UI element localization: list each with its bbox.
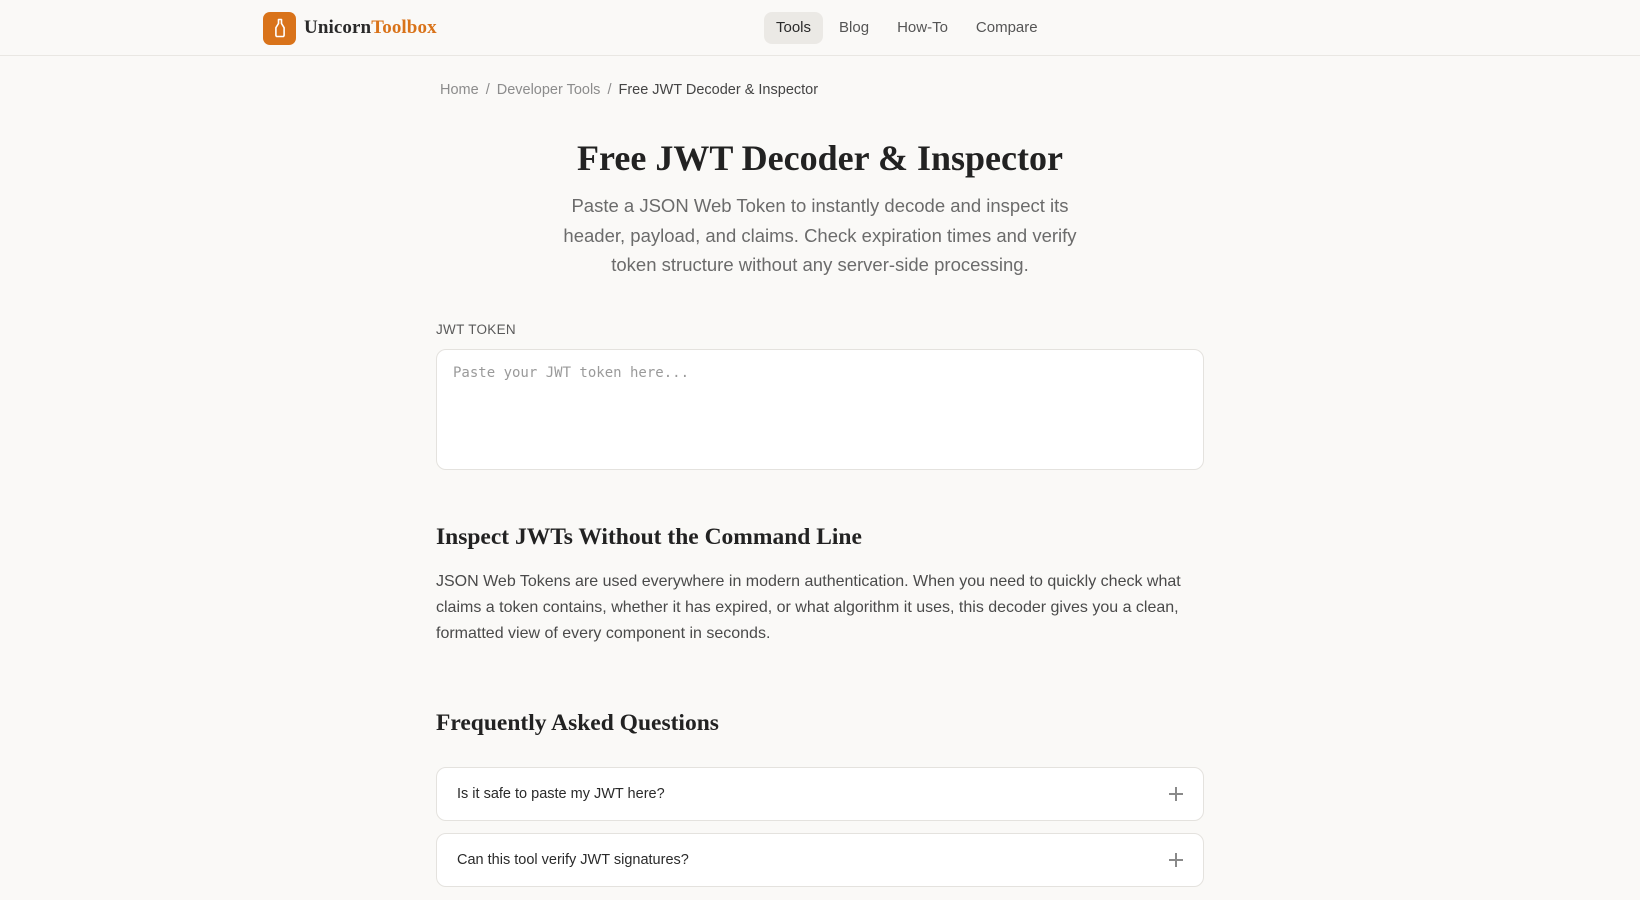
site-logo[interactable]: UnicornToolbox bbox=[263, 11, 437, 45]
nav-item-blog[interactable]: Blog bbox=[827, 12, 881, 44]
faq-question: Is it safe to paste my JWT here? bbox=[457, 786, 665, 802]
nav-item-compare[interactable]: Compare bbox=[964, 12, 1050, 44]
breadcrumb-current: Free JWT Decoder & Inspector bbox=[618, 82, 819, 98]
main-nav: Tools Blog How-To Compare bbox=[764, 12, 1050, 44]
faq-question: Can this tool verify JWT signatures? bbox=[457, 852, 689, 868]
top-navigation-bar: UnicornToolbox Tools Blog How-To Compare bbox=[0, 0, 1640, 56]
logo-accent: Toolbox bbox=[371, 17, 437, 38]
jwt-token-input[interactable] bbox=[436, 349, 1204, 470]
logo-text: UnicornToolbox bbox=[304, 17, 437, 39]
nav-item-how-to[interactable]: How-To bbox=[885, 12, 960, 44]
inspect-section-heading: Inspect JWTs Without the Command Line bbox=[436, 524, 862, 550]
plus-icon bbox=[1169, 787, 1183, 801]
plus-icon bbox=[1169, 853, 1183, 867]
page-title: Free JWT Decoder & Inspector bbox=[577, 138, 1063, 178]
nav-item-tools[interactable]: Tools bbox=[764, 12, 824, 44]
breadcrumb-separator: / bbox=[607, 82, 612, 98]
bottle-icon bbox=[263, 11, 296, 45]
breadcrumb: Home / Developer Tools / Free JWT Decode… bbox=[440, 82, 818, 98]
faq-item-signatures[interactable]: Can this tool verify JWT signatures? bbox=[436, 833, 1204, 887]
breadcrumb-home[interactable]: Home bbox=[440, 82, 479, 98]
faq-heading: Frequently Asked Questions bbox=[436, 710, 719, 736]
inspect-section-body: JSON Web Tokens are used everywhere in m… bbox=[436, 573, 1181, 642]
page-subtitle: Paste a JSON Web Token to instantly deco… bbox=[563, 195, 1077, 275]
faq-item-safety[interactable]: Is it safe to paste my JWT here? bbox=[436, 767, 1204, 821]
breadcrumb-developer-tools[interactable]: Developer Tools bbox=[497, 82, 601, 98]
breadcrumb-separator: / bbox=[485, 82, 490, 98]
logo-name: Unicorn bbox=[304, 17, 372, 38]
jwt-token-label: JWT TOKEN bbox=[436, 322, 516, 337]
